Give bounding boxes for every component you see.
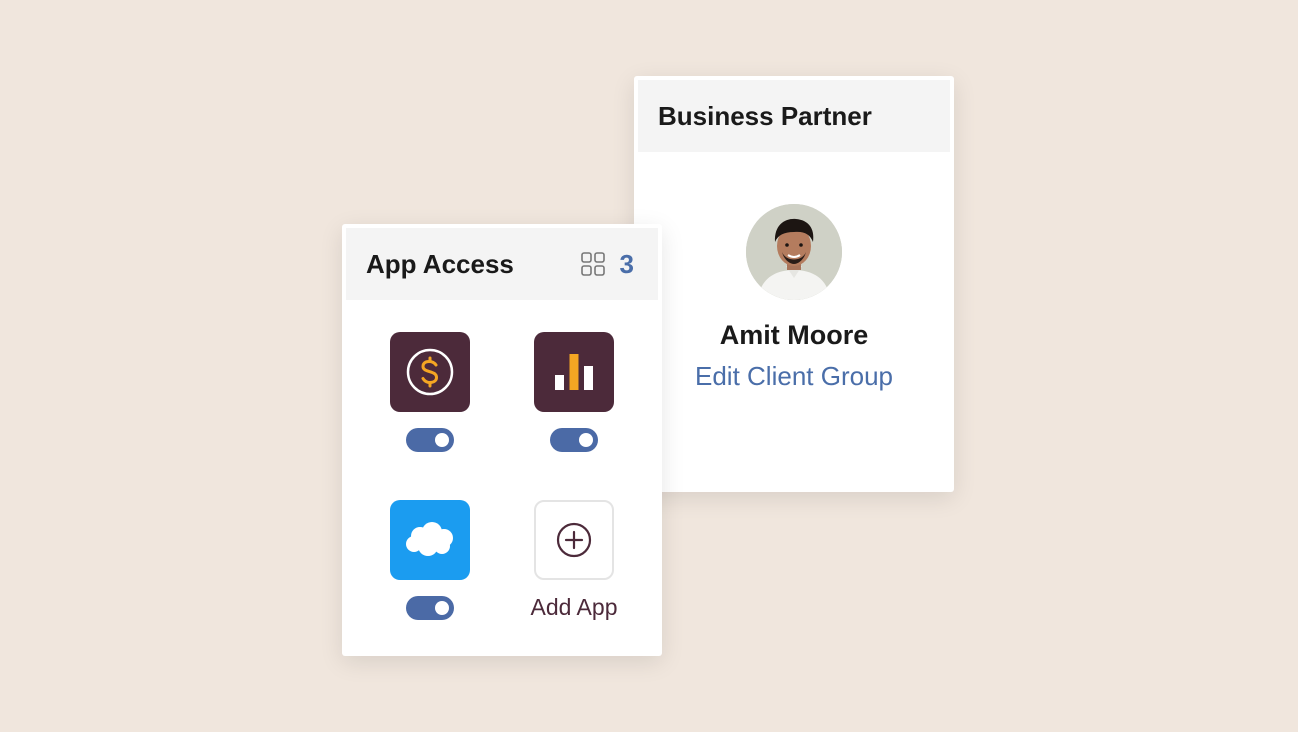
app-access-card: App Access 3 Add App xyxy=(342,224,662,656)
app-count: 3 xyxy=(619,248,634,279)
business-partner-title: Business Partner xyxy=(638,80,950,152)
edit-client-group-link[interactable]: Edit Client Group xyxy=(634,361,954,392)
business-partner-card: Business Partner Amit Moore Edit Client … xyxy=(634,76,954,492)
add-app-label[interactable]: Add App xyxy=(494,594,654,621)
plus-circle-icon xyxy=(556,522,592,558)
app-access-header: App Access 3 xyxy=(346,228,658,300)
partner-name: Amit Moore xyxy=(719,320,869,350)
add-app-button[interactable] xyxy=(534,500,614,580)
billing-app-toggle[interactable] xyxy=(406,428,454,452)
analytics-app-toggle[interactable] xyxy=(550,428,598,452)
analytics-app-tile[interactable] xyxy=(534,332,614,412)
cloud-app-toggle[interactable] xyxy=(406,596,454,620)
cloud-icon xyxy=(406,522,453,556)
app-access-title: App Access xyxy=(366,248,514,279)
cloud-app-tile[interactable] xyxy=(390,500,470,580)
billing-app-tile[interactable] xyxy=(390,332,470,412)
bar-chart-icon xyxy=(555,354,593,390)
dollar-circle-icon xyxy=(406,348,454,396)
avatar xyxy=(746,204,842,300)
grid-icon xyxy=(580,252,605,276)
